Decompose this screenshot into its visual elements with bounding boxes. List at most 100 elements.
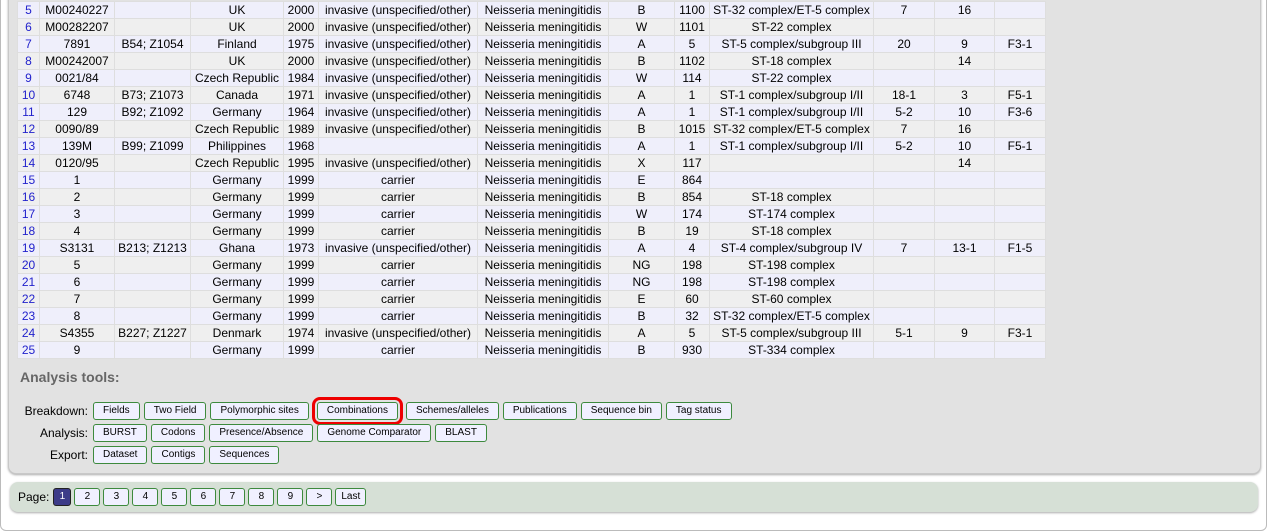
page-9-button[interactable]: 9 <box>277 488 304 506</box>
isolate-link[interactable]: 8 <box>25 54 32 68</box>
table-cell: 1 <box>674 103 710 121</box>
table-cell <box>114 222 191 240</box>
table-cell: Neisseria meningitidis <box>477 222 609 240</box>
page-1-button[interactable]: 1 <box>53 488 72 506</box>
table-cell: B73; Z1073 <box>114 86 191 104</box>
page-4-button[interactable]: 4 <box>132 488 159 506</box>
publications-button[interactable]: Publications <box>502 401 577 420</box>
table-row: 5 M00240227 UK 2000 invasive (unspecified/ot… <box>17 1 1046 19</box>
burst-button[interactable]: BURST <box>93 423 147 442</box>
page-label: Page: <box>18 490 50 504</box>
isolate-link[interactable]: 17 <box>22 207 35 221</box>
table-cell <box>873 273 935 291</box>
table-row: 22 7 Germany 1999 carrier Neisseria meningiti… <box>17 290 1046 308</box>
sequence-bin-button[interactable]: Sequence bin <box>580 401 662 420</box>
isolate-link[interactable]: 21 <box>22 275 35 289</box>
table-cell: 5-2 <box>873 103 935 121</box>
isolate-link[interactable]: 12 <box>22 122 35 136</box>
isolate-link[interactable]: 6 <box>25 20 32 34</box>
isolate-link[interactable]: 16 <box>22 190 35 204</box>
table-cell: 4 <box>39 222 115 240</box>
isolate-link[interactable]: 9 <box>25 71 32 85</box>
page-8-button[interactable]: 8 <box>248 488 275 506</box>
isolate-link[interactable]: 25 <box>22 343 35 357</box>
isolate-link[interactable]: 19 <box>22 241 35 255</box>
table-cell <box>873 222 935 240</box>
table-cell: Neisseria meningitidis <box>477 52 609 70</box>
table-cell: 9 <box>934 324 995 342</box>
table-cell: 4 <box>674 239 710 257</box>
next-page-button[interactable]: > <box>306 488 333 506</box>
table-cell <box>114 188 191 206</box>
table-cell <box>114 69 191 87</box>
table-cell: invasive (unspecified/other) <box>318 120 478 138</box>
sequences-button[interactable]: Sequences <box>209 445 280 464</box>
tag-status-button[interactable]: Tag status <box>665 401 732 420</box>
table-cell: B <box>608 307 675 325</box>
table-cell: 13-1 <box>934 239 995 257</box>
isolate-link[interactable]: 23 <box>22 309 35 323</box>
isolate-link[interactable]: 14 <box>22 156 35 170</box>
table-cell <box>994 52 1046 70</box>
table-cell: NG <box>608 273 675 291</box>
schemes-alleles-button[interactable]: Schemes/alleles <box>406 401 499 420</box>
table-cell: B <box>608 1 675 19</box>
isolate-link[interactable]: 15 <box>22 173 35 187</box>
isolate-link[interactable]: 11 <box>22 105 34 119</box>
genome-comparator-button[interactable]: Genome Comparator <box>317 423 432 442</box>
two-field-button[interactable]: Two Field <box>143 401 207 420</box>
page-6-button[interactable]: 6 <box>190 488 217 506</box>
contigs-button[interactable]: Contigs <box>151 445 206 464</box>
table-cell: Neisseria meningitidis <box>477 154 609 172</box>
table-cell: F3-1 <box>994 324 1046 342</box>
table-cell: Germany <box>190 273 284 291</box>
fields-button[interactable]: Fields <box>93 401 140 420</box>
isolate-link[interactable]: 13 <box>22 139 35 153</box>
isolate-link[interactable]: 22 <box>22 292 35 306</box>
table-cell: 2000 <box>283 52 319 70</box>
table-cell: invasive (unspecified/other) <box>318 86 478 104</box>
blast-button[interactable]: BLAST <box>435 423 487 442</box>
table-cell: invasive (unspecified/other) <box>318 239 478 257</box>
table-cell: Germany <box>190 222 284 240</box>
table-cell <box>934 307 995 325</box>
isolate-link[interactable]: 5 <box>25 3 32 17</box>
table-cell <box>994 205 1046 223</box>
polymorphic-sites-button[interactable]: Polymorphic sites <box>210 401 309 420</box>
table-cell: Germany <box>190 341 284 359</box>
presence-absence-button[interactable]: Presence/Absence <box>209 423 314 442</box>
table-cell: 117 <box>674 154 710 172</box>
table-cell: carrier <box>318 341 478 359</box>
isolate-link[interactable]: 10 <box>22 88 35 102</box>
page-5-button[interactable]: 5 <box>161 488 188 506</box>
isolate-link[interactable]: 20 <box>22 258 35 272</box>
table-cell: Neisseria meningitidis <box>477 120 609 138</box>
pagination: Page: 1 2 3 4 5 6 7 8 9 > Last <box>10 482 1258 512</box>
table-cell: 0120/95 <box>39 154 115 172</box>
table-cell: F5-1 <box>994 86 1046 104</box>
table-cell: 32 <box>674 307 710 325</box>
table-cell: carrier <box>318 171 478 189</box>
table-cell: 9 <box>39 341 115 359</box>
row-id: 16 <box>17 188 40 206</box>
page-3-button[interactable]: 3 <box>103 488 130 506</box>
table-cell: 1999 <box>283 290 319 308</box>
dataset-button[interactable]: Dataset <box>93 445 148 464</box>
combinations-button[interactable]: Combinations <box>311 396 404 425</box>
row-id: 12 <box>17 120 40 138</box>
codons-button[interactable]: Codons <box>150 423 206 442</box>
page-7-button[interactable]: 7 <box>219 488 246 506</box>
isolate-link[interactable]: 24 <box>22 326 35 340</box>
table-cell: W <box>608 18 675 36</box>
last-page-button[interactable]: Last <box>335 488 367 506</box>
table-cell <box>873 290 935 308</box>
table-cell <box>709 154 874 172</box>
isolate-link[interactable]: 7 <box>25 37 32 51</box>
table-cell: 1 <box>674 86 710 104</box>
page-2-button[interactable]: 2 <box>74 488 101 506</box>
table-cell: invasive (unspecified/other) <box>318 18 478 36</box>
row-id: 5 <box>17 1 40 19</box>
isolate-link[interactable]: 18 <box>22 224 35 238</box>
table-cell: 854 <box>674 188 710 206</box>
table-row: 11 129 B92; Z1092 Germany 1964 invasive (unsp… <box>17 103 1046 121</box>
